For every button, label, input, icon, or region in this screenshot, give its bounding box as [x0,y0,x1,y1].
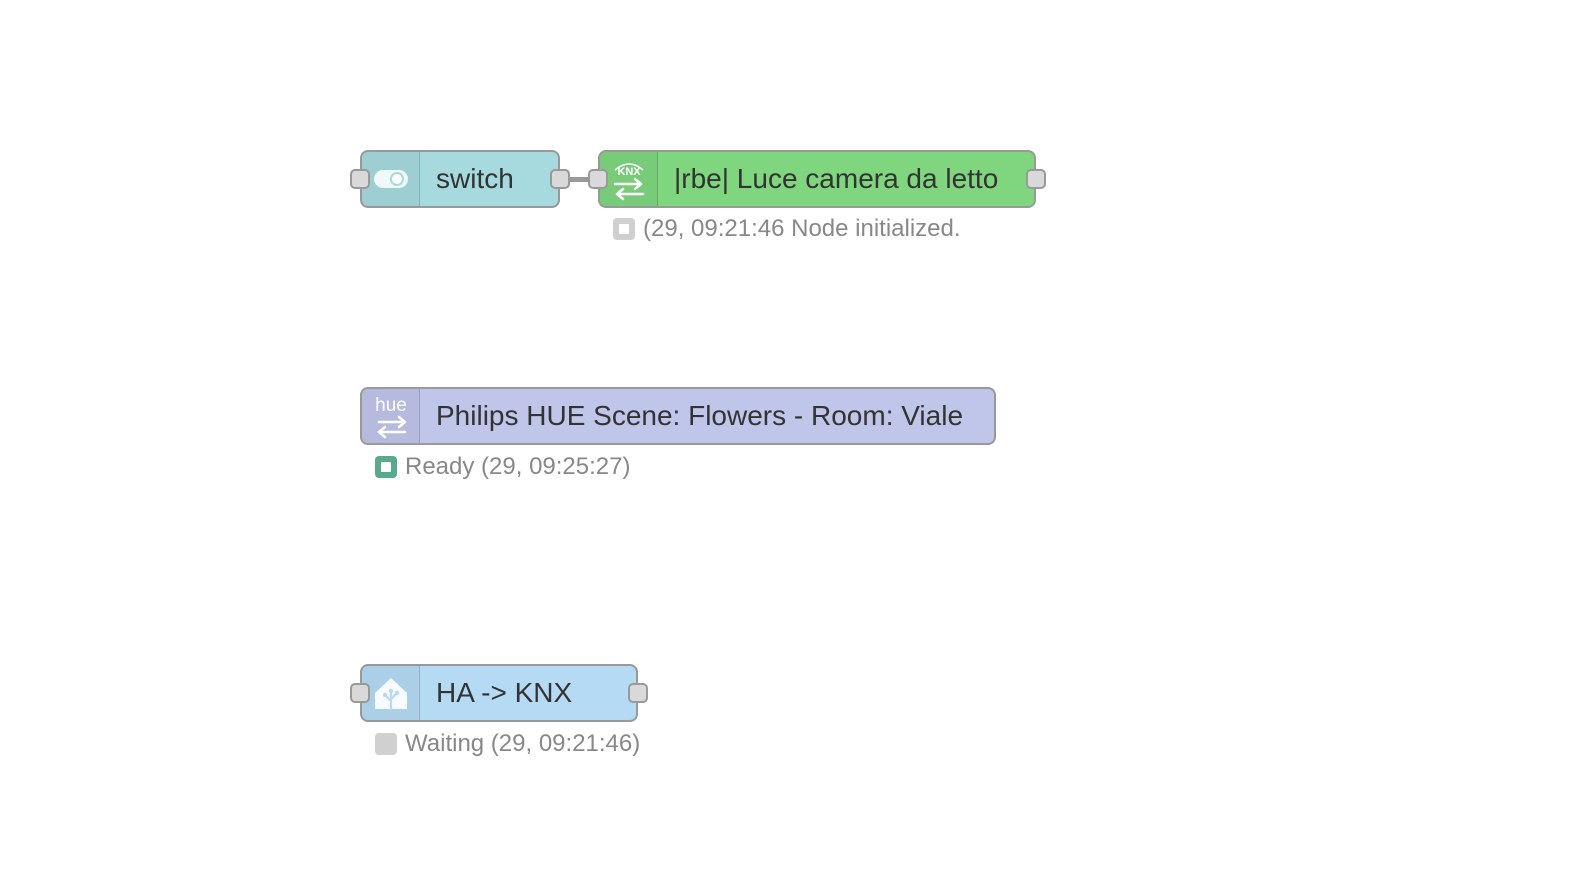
knx-output-port[interactable] [1026,169,1046,189]
hue-scene-label: Philips HUE Scene: Flowers - Room: Viale [436,400,964,431]
knx-device-label: |rbe| Luce camera da letto [674,163,999,194]
switch-node-label: switch [436,163,514,194]
knx-device-node[interactable]: KNX |rbe| Luce camera da letto [588,150,1046,208]
ha-knx-node[interactable]: HA -> KNX [350,664,648,722]
ha-knx-output-port[interactable] [628,683,648,703]
knx-exchange-icon: KNX [600,152,658,206]
ha-knx-input-port[interactable] [350,683,370,703]
ha-knx-label: HA -> KNX [436,677,573,708]
ha-knx-status-text: Waiting (29, 09:21:46) [405,730,641,757]
hue-exchange-icon: hue [362,389,420,443]
status-dot-icon [375,733,397,755]
switch-output-port[interactable] [550,169,570,189]
hue-icon-text: hue [375,395,407,416]
hue-scene-status: Ready (29, 09:25:27) [375,453,630,481]
home-assistant-icon [362,666,420,720]
wire-switch-to-knx[interactable] [568,177,588,182]
hue-scene-status-text: Ready (29, 09:25:27) [405,453,631,480]
hue-scene-node[interactable]: hue Philips HUE Scene: Flowers - Room: V… [360,387,996,445]
ha-knx-status: Waiting (29, 09:21:46) [375,730,640,758]
switch-input-port[interactable] [350,169,370,189]
knx-device-status: (29, 09:21:46 Node initialized. [613,215,961,243]
switch-node[interactable]: switch [350,150,570,208]
toggle-switch-icon [362,152,420,206]
knx-device-status-text: (29, 09:21:46 Node initialized. [643,215,961,242]
status-ring-icon [613,218,635,240]
knx-input-port[interactable] [588,169,608,189]
knx-icon-text: KNX [617,166,641,178]
status-ring-icon [375,456,397,478]
